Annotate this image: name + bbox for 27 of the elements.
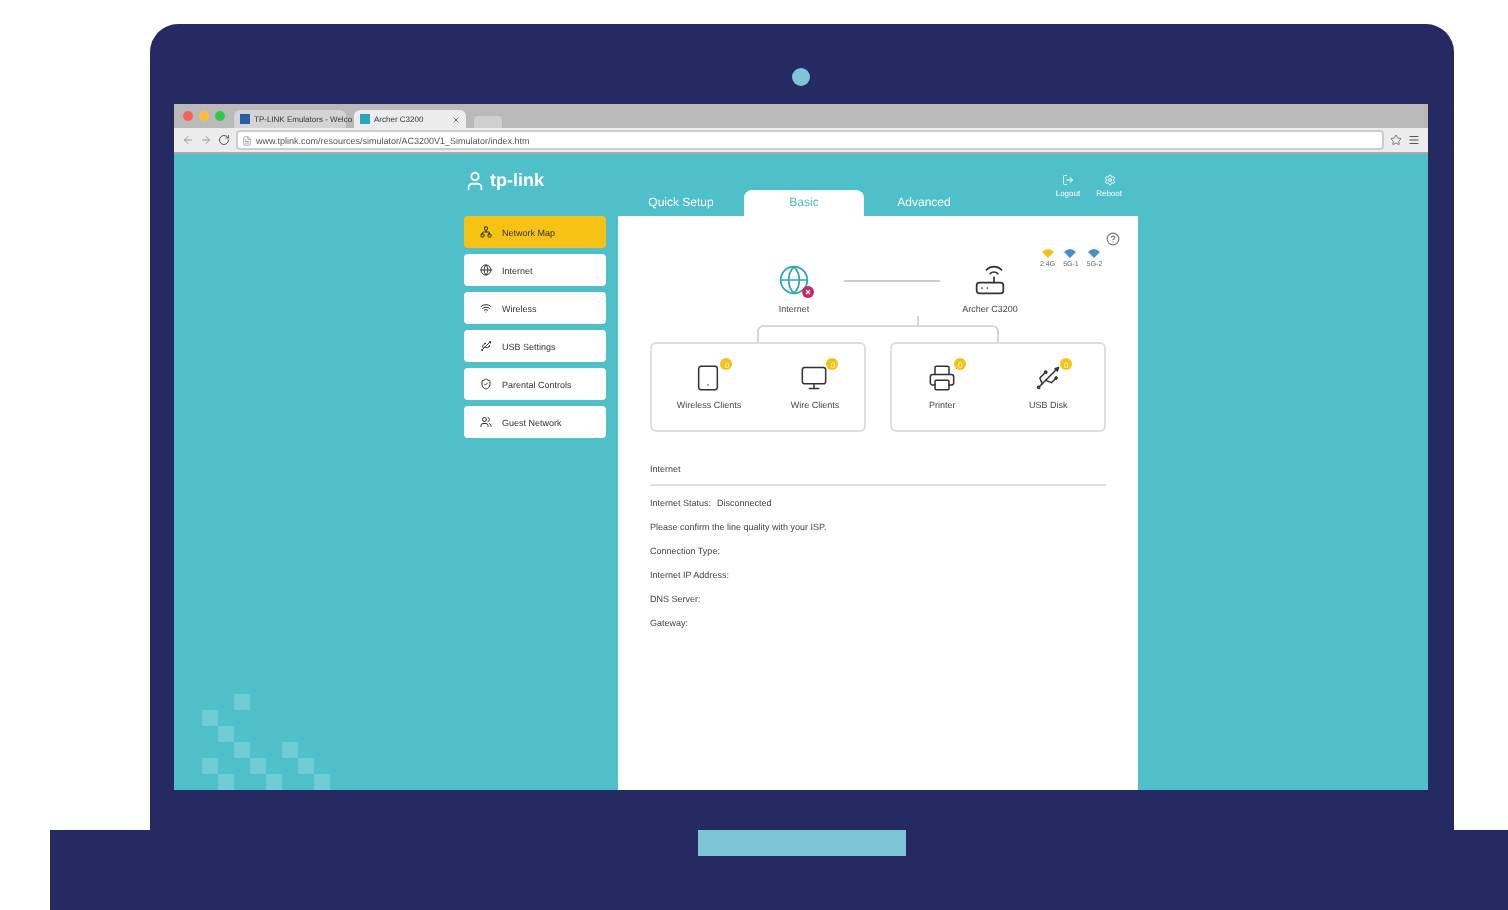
bookmark-star-icon[interactable] [1390,134,1402,146]
wifi-icon [480,302,492,314]
printer-icon [928,364,957,392]
shield-icon [480,378,492,390]
usb-icon [1034,364,1063,392]
page-icon [242,135,252,145]
monitor-icon [800,364,829,392]
favicon-icon [240,114,250,124]
usb-icon [480,340,492,352]
logo-icon [464,170,486,192]
logo-text: tp-link [490,170,544,190]
window-controls-icon[interactable] [182,110,226,122]
globe-icon [480,264,492,276]
router-icon [974,264,1006,296]
back-icon[interactable] [182,134,194,146]
users-icon [480,416,492,428]
reload-icon[interactable] [218,134,230,146]
globe-icon [778,264,810,296]
menu-icon[interactable] [1408,134,1420,146]
camera-dot [792,68,810,86]
settings-icon [1103,174,1116,186]
network-icon [480,226,492,238]
forward-icon[interactable] [200,134,212,146]
favicon-icon [360,114,370,124]
help-icon[interactable] [1106,232,1120,246]
logout-icon [1061,174,1074,186]
tablet-icon [694,364,723,392]
